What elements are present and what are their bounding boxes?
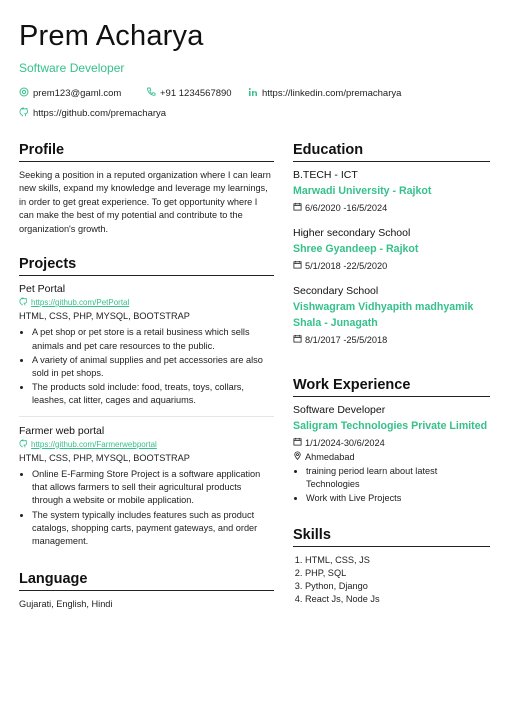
skill-item: PHP, SQL (305, 567, 490, 580)
phone-text: +91 1234567890 (160, 88, 232, 99)
project-title: Pet Portal (19, 283, 66, 296)
project-link-text: https://github.com/PetPortal (31, 298, 130, 308)
education-date: 5/1/2018 -22/5/2020 (293, 260, 490, 271)
divider (19, 415, 274, 417)
project-item: Pet Portal https://github.com/PetPortal … (19, 283, 274, 408)
projects-heading: Projects (19, 256, 274, 277)
github-contact[interactable]: https://github.com/premacharya (19, 107, 166, 120)
project-title: Farmer web portal (19, 424, 105, 437)
bullet-item: The products sold include: food, treats,… (32, 381, 274, 407)
bullet-item: The system typically includes features s… (32, 509, 274, 549)
calendar-icon (293, 334, 302, 345)
education-degree: B.TECH - ICT (293, 169, 358, 181)
work-company: Saligram Technologies Private Limited (293, 420, 488, 432)
work-location-text: Ahmedabad (305, 451, 355, 462)
education-date-text: 8/1/2017 -25/5/2018 (305, 334, 388, 345)
education-heading: Education (293, 142, 490, 162)
location-pin-icon (293, 451, 302, 462)
work-location: Ahmedabad (293, 451, 490, 462)
education-school: Marwadi University - Rajkot (293, 185, 432, 197)
language-heading: Language (19, 571, 274, 592)
project-bullets: Online E-Farming Store Project is a soft… (19, 468, 274, 548)
resume-page: Prem Acharya Software Developer prem123@… (0, 0, 509, 720)
education-degree: Secondary School (293, 285, 379, 297)
linkedin-contact[interactable]: https://linkedin.com/premacharya (248, 87, 401, 100)
work-date: 1/1/2024-30/6/2024 (293, 437, 490, 448)
at-icon (19, 87, 29, 100)
bullet-item: Work with Live Projects (306, 492, 490, 505)
work-item: Software Developer Saligram Technologies… (293, 404, 490, 506)
phone-contact[interactable]: +91 1234567890 (146, 87, 232, 100)
education-date: 6/6/2020 -16/5/2024 (293, 202, 490, 213)
bullet-item: A pet shop or pet store is a retail busi… (32, 326, 274, 352)
email-contact[interactable]: prem123@gaml.com (19, 87, 121, 100)
work-title: Software Developer (293, 404, 386, 416)
project-link[interactable]: https://github.com/PetPortal (19, 297, 274, 308)
work-bullets: training period learn about latest Techn… (293, 465, 490, 506)
left-column: Profile Seeking a position in a reputed … (19, 142, 274, 612)
work-date-text: 1/1/2024-30/6/2024 (305, 437, 385, 448)
education-item: B.TECH - ICT Marwadi University - Rajkot… (293, 169, 490, 213)
phone-icon (146, 87, 156, 100)
language-text: Gujarati, English, Hindi (19, 599, 113, 610)
candidate-name: Prem Acharya (19, 20, 204, 52)
education-item: Higher secondary School Shree Gyandeep -… (293, 227, 490, 271)
calendar-icon (293, 260, 302, 271)
github-icon (19, 297, 28, 308)
calendar-icon (293, 437, 302, 448)
education-date-text: 5/1/2018 -22/5/2020 (305, 260, 388, 271)
skill-item: HTML, CSS, JS (305, 554, 490, 567)
linkedin-text: https://linkedin.com/premacharya (262, 88, 402, 99)
right-column: Education B.TECH - ICT Marwadi Universit… (293, 142, 490, 606)
calendar-icon (293, 202, 302, 213)
project-item: Farmer web portal https://github.com/Far… (19, 425, 274, 549)
education-date: 8/1/2017 -25/5/2018 (293, 334, 490, 345)
candidate-role: Software Developer (19, 61, 125, 75)
skill-item: Python, Django (305, 580, 490, 593)
profile-heading: Profile (19, 142, 274, 162)
github-icon (19, 107, 29, 120)
profile-text: Seeking a position in a reputed organiza… (19, 170, 271, 234)
skill-item: React Js, Node Js (305, 593, 490, 606)
project-bullets: A pet shop or pet store is a retail busi… (19, 326, 274, 407)
education-school: Vishwagram Vidhyapith madhyamik Shala - … (293, 301, 474, 329)
education-item: Secondary School Vishwagram Vidhyapith m… (293, 285, 490, 345)
education-date-text: 6/6/2020 -16/5/2024 (305, 202, 388, 213)
work-heading: Work Experience (293, 377, 490, 397)
email-text: prem123@gaml.com (33, 88, 122, 99)
project-tech: HTML, CSS, PHP, MYSQL, BOOTSTRAP (19, 452, 190, 463)
project-link-text: https://github.com/Farmerwebportal (31, 439, 157, 449)
education-school: Shree Gyandeep - Rajkot (293, 243, 419, 255)
github-icon (19, 439, 28, 450)
project-link[interactable]: https://github.com/Farmerwebportal (19, 439, 274, 450)
education-degree: Higher secondary School (293, 227, 411, 239)
skills-heading: Skills (293, 527, 490, 547)
github-text: https://github.com/premacharya (33, 108, 167, 119)
bullet-item: A variety of animal supplies and pet acc… (32, 354, 274, 380)
bullet-item: Online E-Farming Store Project is a soft… (32, 468, 274, 508)
project-tech: HTML, CSS, PHP, MYSQL, BOOTSTRAP (19, 311, 190, 322)
bullet-item: training period learn about latest Techn… (306, 465, 490, 491)
skills-list: HTML, CSS, JS PHP, SQL Python, Django Re… (293, 554, 490, 607)
linkedin-icon (248, 87, 258, 100)
